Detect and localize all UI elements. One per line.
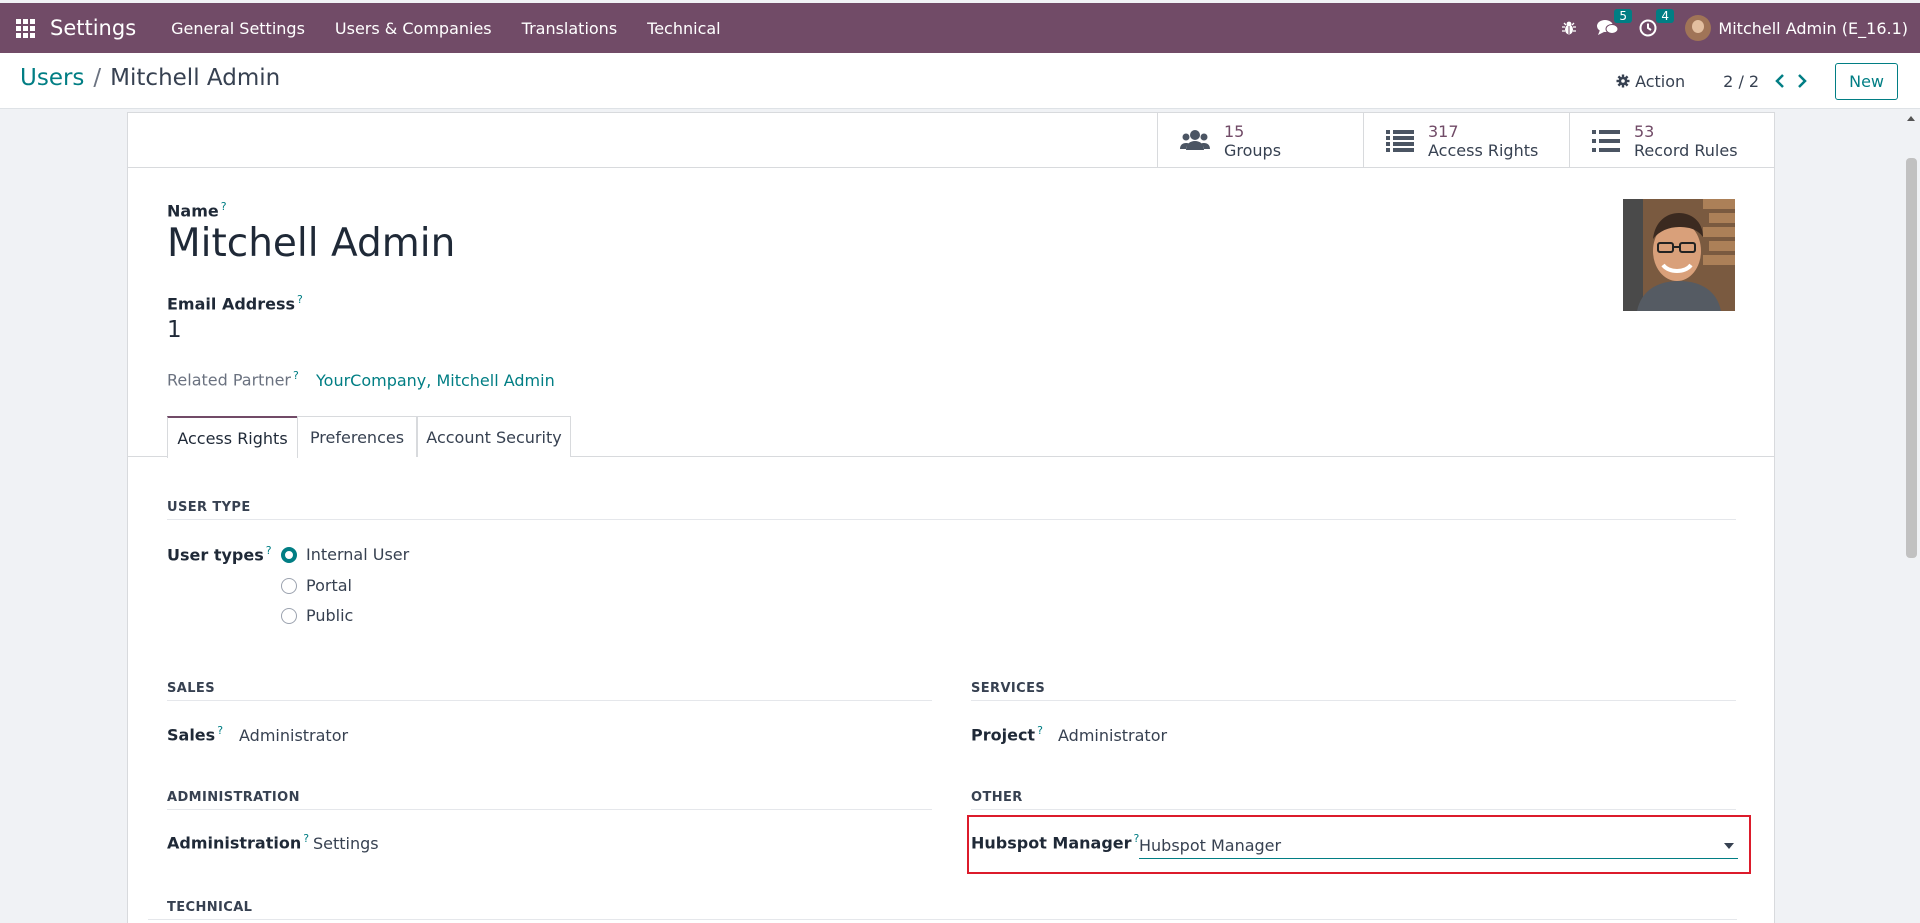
page-scrollbar[interactable] xyxy=(1903,112,1920,923)
user-photo[interactable] xyxy=(1623,199,1735,311)
groups-count: 15 xyxy=(1224,121,1245,141)
breadcrumb-separator: / xyxy=(93,65,102,91)
related-partner-link[interactable]: YourCompany, Mitchell Admin xyxy=(316,371,555,390)
scroll-up-arrow-icon[interactable] xyxy=(1907,116,1915,121)
tab-preferences[interactable]: Preferences xyxy=(297,416,417,457)
access-rights-count: 317 xyxy=(1428,121,1459,141)
hubspot-selected-value: Hubspot Manager xyxy=(1139,836,1282,855)
new-button[interactable]: New xyxy=(1835,62,1898,100)
groups-smart-button[interactable]: 15 Groups xyxy=(1157,113,1363,168)
services-section-title: SERVICES xyxy=(971,681,1736,701)
control-panel: Users / Mitchell Admin Action 2 / 2 New xyxy=(0,53,1920,109)
debug-bug-icon[interactable] xyxy=(1561,20,1577,36)
technical-section-title: TECHNICAL xyxy=(148,900,1737,920)
option-label: Portal xyxy=(306,576,352,595)
top-navbar: Settings General Settings Users & Compan… xyxy=(0,3,1920,53)
breadcrumb: Users / Mitchell Admin xyxy=(20,65,280,91)
administration-field-label: Administration? xyxy=(167,832,310,853)
access-rights-smart-button[interactable]: 317 Access Rights xyxy=(1363,113,1569,168)
option-label: Internal User xyxy=(306,545,410,564)
help-tooltip-icon[interactable]: ? xyxy=(221,200,227,213)
user-type-public-option[interactable]: Public xyxy=(281,606,353,625)
administration-field[interactable]: Settings xyxy=(313,834,379,853)
pager-previous-icon[interactable] xyxy=(1775,74,1785,88)
notebook-tabs: Access Rights Preferences Account Securi… xyxy=(128,416,1774,458)
activity-clock-icon[interactable]: 4 xyxy=(1639,9,1675,37)
breadcrumb-current: Mitchell Admin xyxy=(110,65,281,91)
help-tooltip-icon[interactable]: ? xyxy=(266,544,272,557)
sales-field-label: Sales? xyxy=(167,724,224,745)
list-icon xyxy=(1386,129,1414,152)
tab-account-security[interactable]: Account Security xyxy=(417,416,571,457)
user-type-internal-option[interactable]: Internal User xyxy=(281,545,409,564)
sales-section-title: SALES xyxy=(167,681,932,701)
user-types-label: User types? xyxy=(167,544,272,565)
email-field[interactable]: 1 xyxy=(167,317,182,343)
record-rules-count: 53 xyxy=(1634,121,1655,141)
user-name-label: Mitchell Admin (E_16.1) xyxy=(1718,18,1908,38)
name-field-label: Name? xyxy=(167,200,227,221)
help-tooltip-icon[interactable]: ? xyxy=(217,724,223,737)
scrollbar-thumb[interactable] xyxy=(1906,158,1917,558)
name-field[interactable]: Mitchell Admin xyxy=(167,221,455,266)
help-tooltip-icon[interactable]: ? xyxy=(1037,724,1043,737)
sales-field[interactable]: Administrator xyxy=(239,726,348,745)
related-partner-label: Related Partner? xyxy=(167,369,299,390)
help-tooltip-icon[interactable]: ? xyxy=(303,832,309,845)
hubspot-field-label: Hubspot Manager? xyxy=(971,832,1140,853)
record-rules-label: Record Rules xyxy=(1634,140,1738,160)
user-type-section-title: USER TYPE xyxy=(167,500,1736,520)
gear-icon xyxy=(1616,74,1630,88)
apps-menu-icon[interactable] xyxy=(2,3,48,53)
project-field-label: Project? xyxy=(971,724,1043,745)
help-tooltip-icon[interactable]: ? xyxy=(293,369,299,382)
action-label: Action xyxy=(1635,71,1686,91)
project-field[interactable]: Administrator xyxy=(1058,726,1167,745)
other-section-title: OTHER xyxy=(971,790,1736,810)
record-rules-smart-button[interactable]: 53 Record Rules xyxy=(1569,113,1775,168)
breadcrumb-users-link[interactable]: Users xyxy=(20,65,84,91)
list-icon xyxy=(1592,129,1620,152)
groups-label: Groups xyxy=(1224,140,1282,160)
menu-translations[interactable]: Translations xyxy=(507,19,633,38)
tab-access-rights[interactable]: Access Rights xyxy=(167,416,298,458)
action-menu-button[interactable]: Action xyxy=(1616,72,1685,91)
hubspot-manager-select[interactable]: Hubspot Manager xyxy=(1139,833,1738,859)
help-tooltip-icon[interactable]: ? xyxy=(297,293,303,306)
pager-value[interactable]: 2 / 2 xyxy=(1723,72,1759,91)
app-title[interactable]: Settings xyxy=(50,16,136,40)
form-sheet: 15 Groups 317 Access Rights 53 Record Ru… xyxy=(127,112,1775,923)
pager-next-icon[interactable] xyxy=(1797,74,1807,88)
smart-button-bar: 15 Groups 317 Access Rights 53 Record Ru… xyxy=(128,113,1774,168)
chevron-down-icon[interactable] xyxy=(1724,842,1734,849)
access-rights-label: Access Rights xyxy=(1428,140,1539,160)
messages-count-badge: 5 xyxy=(1614,9,1633,23)
option-label: Public xyxy=(306,606,354,625)
user-avatar xyxy=(1685,15,1712,41)
activities-count-badge: 4 xyxy=(1656,9,1675,23)
radio-unchecked-icon[interactable] xyxy=(281,577,297,594)
user-type-portal-option[interactable]: Portal xyxy=(281,576,352,595)
users-icon xyxy=(1180,129,1210,150)
menu-general-settings[interactable]: General Settings xyxy=(156,19,320,38)
email-field-label: Email Address? xyxy=(167,293,303,314)
menu-technical[interactable]: Technical xyxy=(632,19,735,38)
messages-icon[interactable]: 5 xyxy=(1597,9,1633,37)
user-menu[interactable]: Mitchell Admin (E_16.1) xyxy=(1685,15,1908,41)
administration-section-title: ADMINISTRATION xyxy=(167,790,932,810)
radio-unchecked-icon[interactable] xyxy=(281,607,297,624)
menu-users-companies[interactable]: Users & Companies xyxy=(320,19,507,38)
radio-checked-icon[interactable] xyxy=(281,546,297,563)
